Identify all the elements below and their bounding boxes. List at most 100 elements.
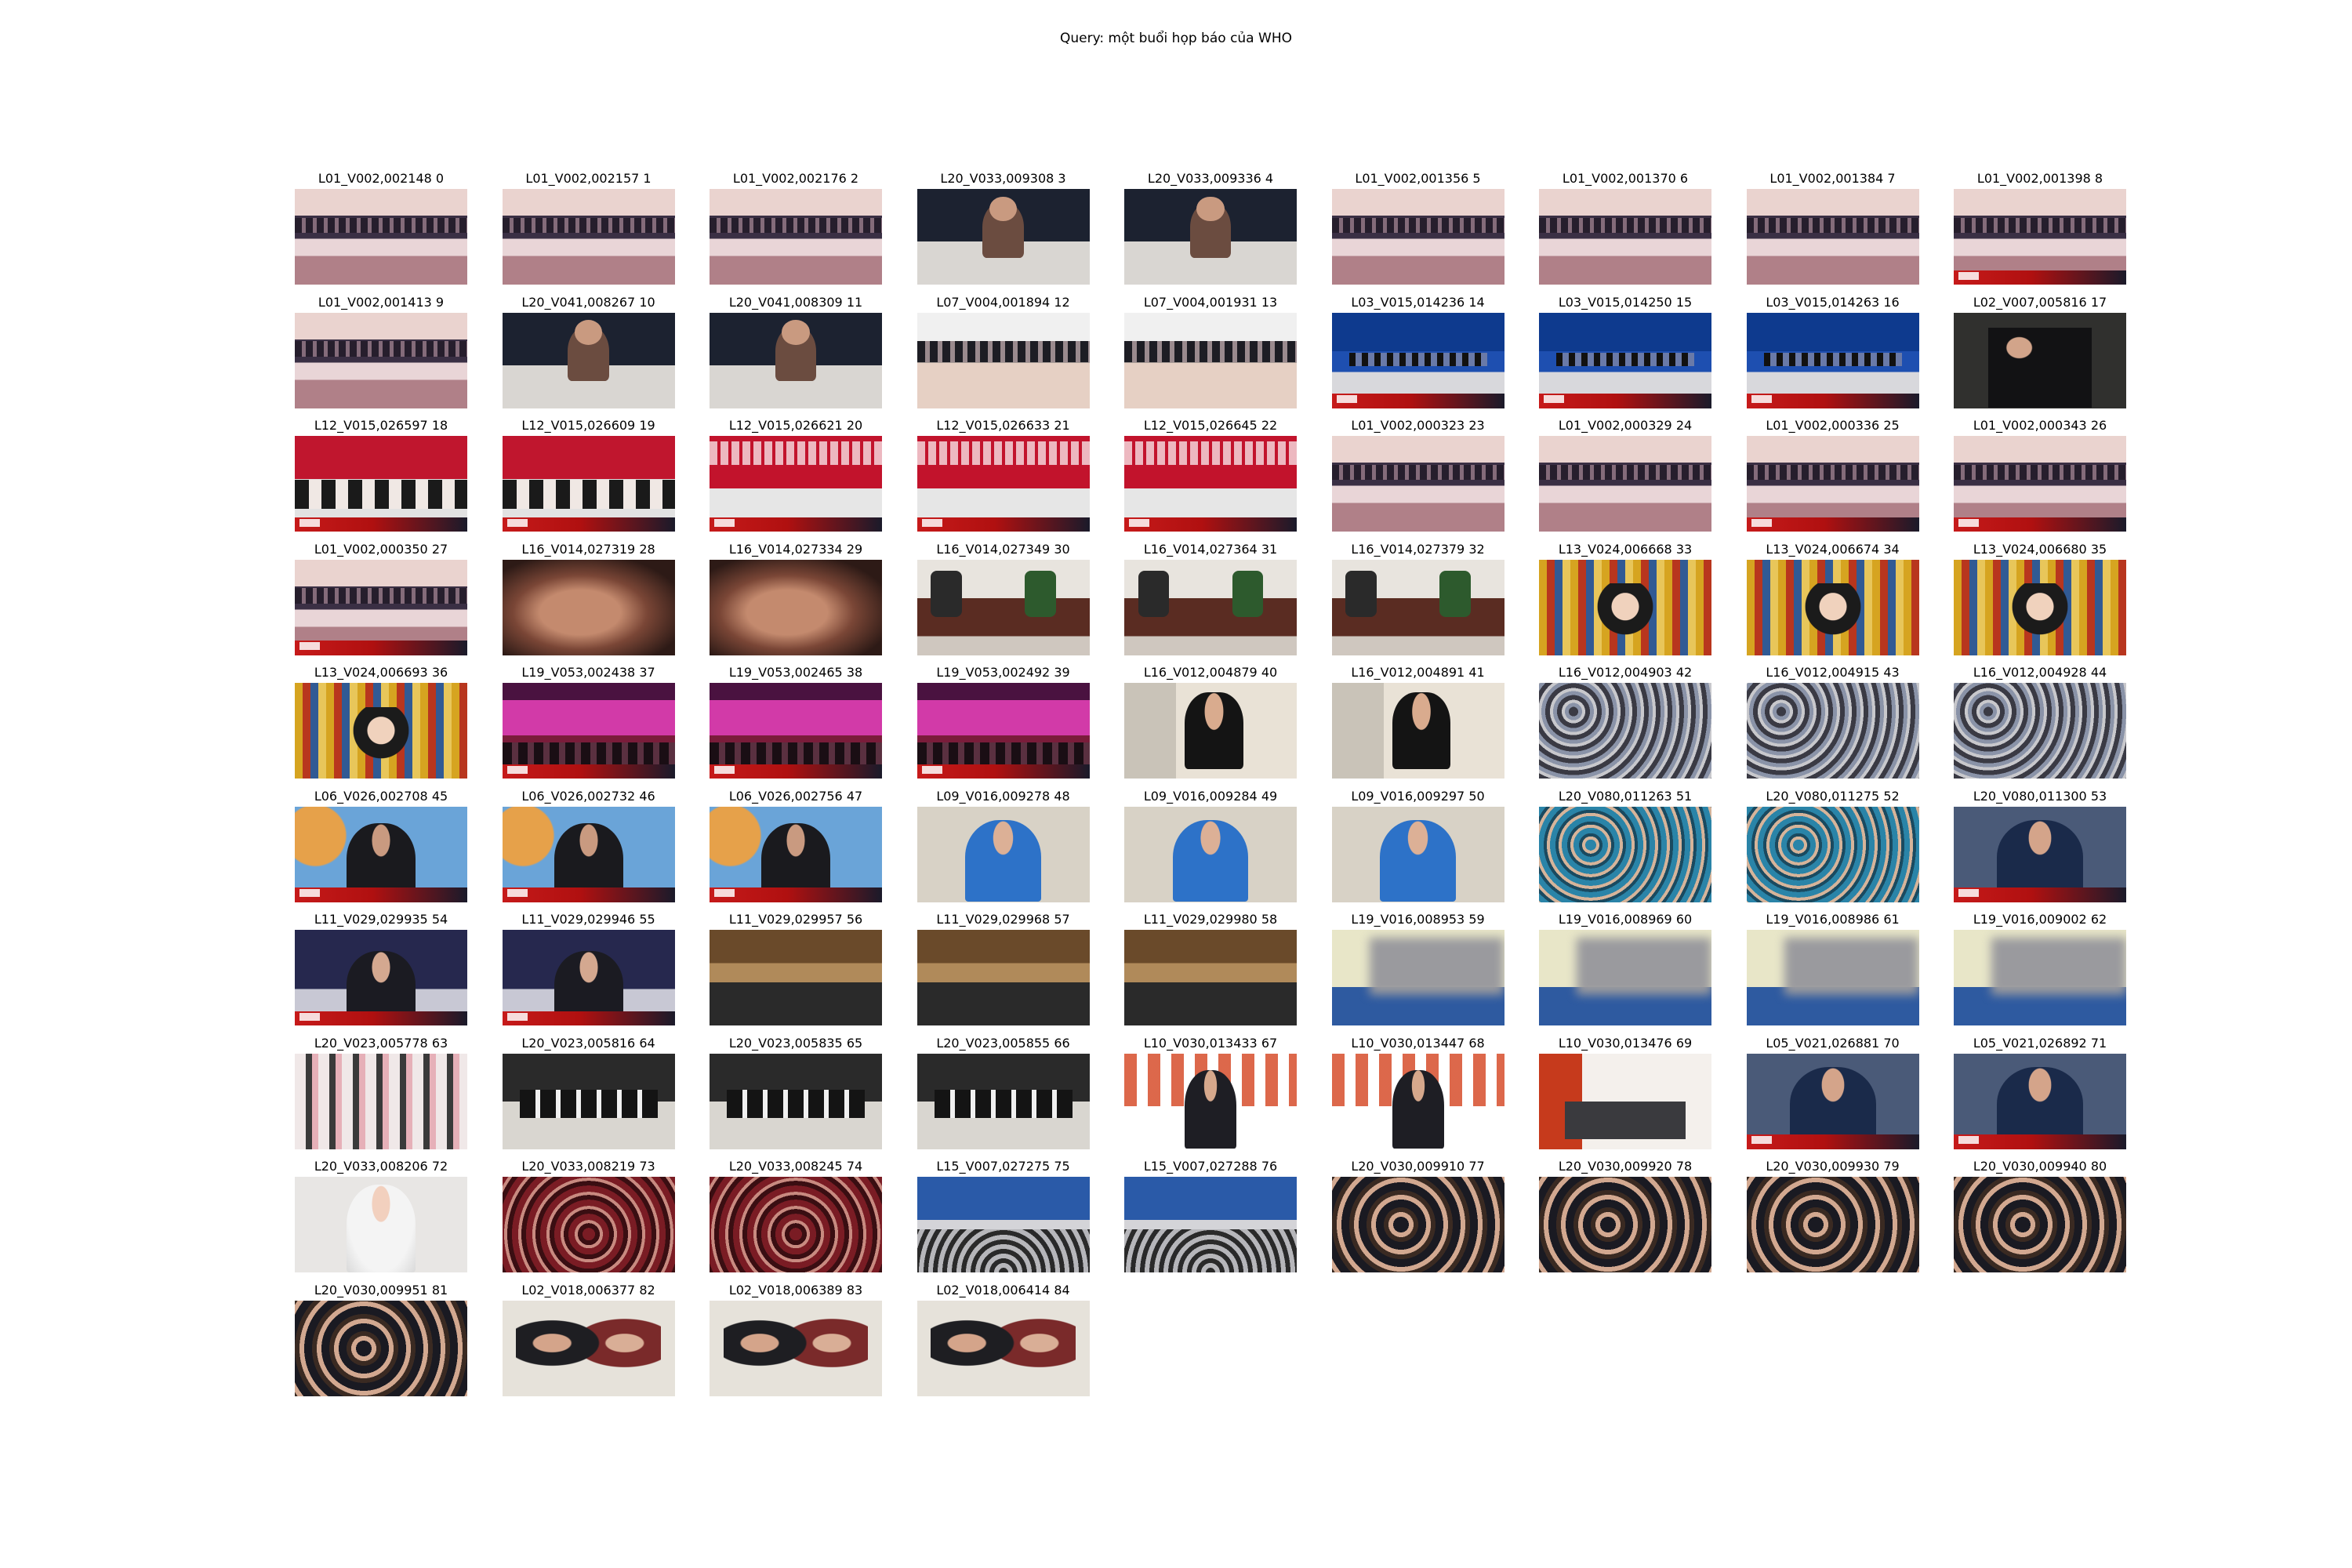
result-thumbnail[interactable] [1954,1053,2126,1149]
result-item[interactable]: L20_V030,009951 81 [295,1283,467,1402]
result-item[interactable]: L19_V016,008953 59 [1331,912,1504,1031]
result-item[interactable]: L01_V002,000343 26 [1954,418,2126,537]
result-thumbnail[interactable] [502,189,675,285]
result-item[interactable]: L20_V033,009308 3 [916,171,1090,290]
result-item[interactable]: L15_V007,027275 75 [916,1159,1090,1278]
result-thumbnail[interactable] [916,930,1090,1025]
result-item[interactable]: L12_V015,026621 20 [710,418,882,537]
result-item[interactable]: L01_V002,001384 7 [1746,171,1919,290]
result-thumbnail[interactable] [710,806,882,902]
result-item[interactable]: L05_V021,026892 71 [1954,1036,2126,1155]
result-item[interactable]: L06_V026,002756 47 [710,789,882,908]
result-item[interactable]: L13_V024,006680 35 [1954,542,2126,661]
result-thumbnail[interactable] [1539,930,1711,1025]
result-item[interactable]: L09_V016,009284 49 [1124,789,1297,908]
result-item[interactable]: L03_V015,014263 16 [1746,295,1919,414]
result-thumbnail[interactable] [710,436,882,532]
result-item[interactable]: L01_V002,000350 27 [295,542,467,661]
result-item[interactable]: L12_V015,026609 19 [502,418,675,537]
result-item[interactable]: L12_V015,026645 22 [1124,418,1297,537]
result-item[interactable]: L01_V002,001413 9 [295,295,467,414]
result-item[interactable]: L20_V080,011300 53 [1954,789,2126,908]
result-thumbnail[interactable] [295,806,467,902]
result-thumbnail[interactable] [916,189,1090,285]
result-item[interactable]: L20_V023,005835 65 [710,1036,882,1155]
result-item[interactable]: L01_V002,000336 25 [1746,418,1919,537]
result-item[interactable]: L20_V033,009336 4 [1124,171,1297,290]
result-item[interactable]: L10_V030,013447 68 [1331,1036,1504,1155]
result-item[interactable]: L03_V015,014236 14 [1331,295,1504,414]
result-item[interactable]: L07_V004,001931 13 [1124,295,1297,414]
result-thumbnail[interactable] [1746,436,1919,532]
result-item[interactable]: L19_V053,002465 38 [710,665,882,784]
result-item[interactable]: L19_V053,002438 37 [502,665,675,784]
result-thumbnail[interactable] [295,189,467,285]
result-thumbnail[interactable] [1124,806,1297,902]
result-item[interactable]: L01_V002,001398 8 [1954,171,2126,290]
result-item[interactable]: L20_V080,011275 52 [1746,789,1919,908]
result-thumbnail[interactable] [1746,1177,1919,1272]
result-item[interactable]: L19_V016,008986 61 [1746,912,1919,1031]
result-item[interactable]: L01_V002,000329 24 [1539,418,1711,537]
result-thumbnail[interactable] [502,683,675,779]
result-thumbnail[interactable] [916,1300,1090,1396]
result-thumbnail[interactable] [710,1300,882,1396]
result-thumbnail[interactable] [710,559,882,655]
result-item[interactable]: L20_V080,011263 51 [1539,789,1711,908]
result-item[interactable]: L01_V002,000323 23 [1331,418,1504,537]
result-thumbnail[interactable] [710,1177,882,1272]
result-thumbnail[interactable] [1746,312,1919,408]
result-item[interactable]: L16_V012,004891 41 [1331,665,1504,784]
result-thumbnail[interactable] [295,1177,467,1272]
result-item[interactable]: L02_V018,006414 84 [916,1283,1090,1402]
result-item[interactable]: L20_V030,009920 78 [1539,1159,1711,1278]
result-thumbnail[interactable] [1746,1053,1919,1149]
result-item[interactable]: L16_V012,004915 43 [1746,665,1919,784]
result-item[interactable]: L20_V023,005855 66 [916,1036,1090,1155]
result-item[interactable]: L01_V002,002148 0 [295,171,467,290]
result-item[interactable]: L20_V023,005816 64 [502,1036,675,1155]
result-thumbnail[interactable] [710,189,882,285]
result-thumbnail[interactable] [502,312,675,408]
result-thumbnail[interactable] [1539,559,1711,655]
result-item[interactable]: L02_V007,005816 17 [1954,295,2126,414]
result-item[interactable]: L10_V030,013476 69 [1539,1036,1711,1155]
result-item[interactable]: L20_V030,009910 77 [1331,1159,1504,1278]
result-item[interactable]: L16_V014,027364 31 [1124,542,1297,661]
result-thumbnail[interactable] [1539,1053,1711,1149]
result-item[interactable]: L11_V029,029935 54 [295,912,467,1031]
result-thumbnail[interactable] [1539,436,1711,532]
result-item[interactable]: L19_V016,009002 62 [1954,912,2126,1031]
result-item[interactable]: L01_V002,002157 1 [502,171,675,290]
result-thumbnail[interactable] [1331,1177,1504,1272]
result-thumbnail[interactable] [502,436,675,532]
result-item[interactable]: L02_V018,006377 82 [502,1283,675,1402]
result-thumbnail[interactable] [1124,559,1297,655]
result-thumbnail[interactable] [502,930,675,1025]
result-thumbnail[interactable] [1746,683,1919,779]
result-thumbnail[interactable] [1539,806,1711,902]
result-thumbnail[interactable] [1331,189,1504,285]
result-item[interactable]: L16_V014,027349 30 [916,542,1090,661]
result-thumbnail[interactable] [916,559,1090,655]
result-thumbnail[interactable] [1539,1177,1711,1272]
result-thumbnail[interactable] [1331,312,1504,408]
result-item[interactable]: L07_V004,001894 12 [916,295,1090,414]
result-thumbnail[interactable] [1746,930,1919,1025]
result-thumbnail[interactable] [502,559,675,655]
result-thumbnail[interactable] [1331,683,1504,779]
result-item[interactable]: L16_V012,004903 42 [1539,665,1711,784]
result-item[interactable]: L16_V012,004879 40 [1124,665,1297,784]
result-thumbnail[interactable] [710,1053,882,1149]
result-item[interactable]: L20_V033,008219 73 [502,1159,675,1278]
result-item[interactable]: L13_V024,006693 36 [295,665,467,784]
result-item[interactable]: L20_V030,009940 80 [1954,1159,2126,1278]
result-thumbnail[interactable] [1331,930,1504,1025]
result-thumbnail[interactable] [1331,1053,1504,1149]
result-thumbnail[interactable] [710,683,882,779]
result-item[interactable]: L16_V012,004928 44 [1954,665,2126,784]
result-item[interactable]: L20_V033,008206 72 [295,1159,467,1278]
result-item[interactable]: L09_V016,009278 48 [916,789,1090,908]
result-thumbnail[interactable] [295,559,467,655]
result-item[interactable]: L06_V026,002732 46 [502,789,675,908]
